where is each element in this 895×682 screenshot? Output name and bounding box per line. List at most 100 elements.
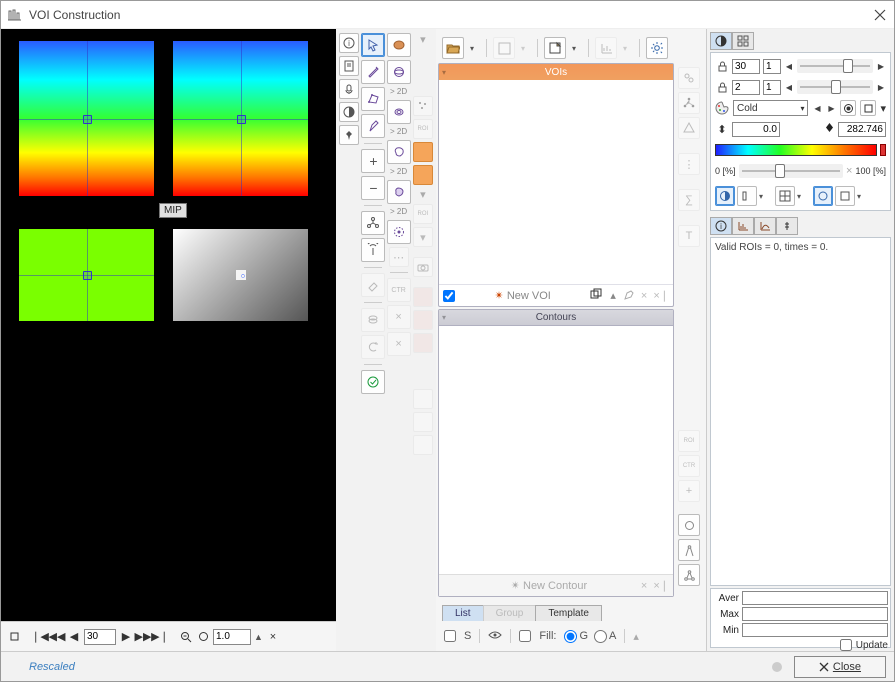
- sphere-tool[interactable]: [387, 33, 411, 57]
- last-frame-button[interactable]: ▶❘: [153, 630, 167, 644]
- pct-slider[interactable]: [739, 164, 844, 178]
- eye-icon[interactable]: [488, 630, 502, 643]
- pct-x-icon[interactable]: ×: [846, 165, 852, 177]
- palette-select[interactable]: Cold▾: [733, 100, 808, 116]
- win1-input[interactable]: [732, 59, 760, 74]
- w1-slider[interactable]: [797, 59, 873, 73]
- cbot-up-icon[interactable]: ▴: [633, 630, 639, 643]
- sphere2-tool[interactable]: [387, 60, 411, 84]
- pal-dd-icon[interactable]: ▾: [880, 102, 886, 115]
- info-icon[interactable]: i: [339, 33, 359, 53]
- grid-tab[interactable]: [732, 32, 754, 50]
- play-back-button[interactable]: ◀: [67, 630, 81, 644]
- blob-tool[interactable]: [387, 180, 411, 204]
- frame-input[interactable]: [84, 629, 116, 645]
- tab-template[interactable]: Template: [535, 605, 602, 621]
- pal-left-button[interactable]: ◀: [812, 104, 822, 113]
- iso-tool[interactable]: [387, 100, 411, 124]
- delete-voi-icon[interactable]: ×: [641, 290, 647, 302]
- confirm-tool[interactable]: [361, 370, 385, 394]
- gear-button[interactable]: [646, 37, 668, 59]
- fill-a-radio[interactable]: [594, 630, 607, 643]
- save-dropdown-icon[interactable]: ▾: [521, 44, 531, 53]
- min-input[interactable]: [742, 623, 888, 637]
- zoom-up-button[interactable]: ▲: [254, 632, 263, 642]
- step-forward-button[interactable]: ▶▶: [136, 630, 150, 644]
- voi-up-icon[interactable]: ▴: [610, 289, 616, 302]
- scale-tab[interactable]: [776, 217, 798, 235]
- histogram-tab[interactable]: [732, 217, 754, 235]
- min-val-input[interactable]: [732, 122, 780, 137]
- vois-list[interactable]: [439, 80, 673, 284]
- layout-dd-icon[interactable]: ▾: [797, 192, 805, 201]
- w2-left-button[interactable]: ◀: [784, 83, 794, 92]
- play-forward-button[interactable]: ▶: [119, 630, 133, 644]
- open-dropdown-icon[interactable]: ▾: [470, 44, 480, 53]
- w2-slider[interactable]: [797, 80, 873, 94]
- max-val-input[interactable]: [838, 122, 886, 137]
- view-top-right[interactable]: [173, 41, 308, 196]
- new-contour-button[interactable]: ✴ New Contour: [463, 579, 635, 592]
- plus-tool[interactable]: +: [361, 149, 385, 173]
- delete-all-contour-icon[interactable]: ×❘: [653, 579, 669, 592]
- chart-dropdown-icon[interactable]: ▾: [623, 44, 633, 53]
- step-back-button[interactable]: ◀◀: [50, 630, 64, 644]
- note-dropdown-icon[interactable]: ▾: [572, 44, 582, 53]
- tab-list[interactable]: List: [442, 605, 484, 621]
- pen-tool[interactable]: [361, 114, 385, 138]
- mic-icon[interactable]: [339, 79, 359, 99]
- aver-input[interactable]: [742, 591, 888, 605]
- curve-tab[interactable]: [754, 217, 776, 235]
- first-frame-button[interactable]: ❘◀: [33, 630, 47, 644]
- close-window-button[interactable]: [872, 7, 888, 23]
- minus-tool[interactable]: −: [361, 176, 385, 200]
- hierarchy-tool[interactable]: [361, 211, 385, 235]
- fill-checkbox[interactable]: [519, 630, 531, 642]
- polygon-tool[interactable]: [361, 87, 385, 111]
- contrast-tab[interactable]: [710, 32, 732, 50]
- view-top-left[interactable]: [19, 41, 154, 196]
- palette-icon[interactable]: [715, 101, 729, 115]
- mode-b-button[interactable]: [737, 186, 757, 206]
- w1-left-button[interactable]: ◀: [784, 62, 794, 71]
- voi-visible-checkbox[interactable]: [443, 290, 455, 302]
- col2-collapse-icon[interactable]: ▾: [420, 188, 426, 201]
- region-tool[interactable]: [387, 140, 411, 164]
- win2-input[interactable]: [732, 80, 760, 95]
- delete-all-voi-icon[interactable]: ×❘: [653, 289, 669, 302]
- circle-shape-icon[interactable]: [678, 514, 700, 536]
- w2-right-button[interactable]: ▶: [876, 83, 886, 92]
- draw-tool[interactable]: [361, 60, 385, 84]
- w1-right-button[interactable]: ▶: [876, 62, 886, 71]
- contours-list[interactable]: [439, 326, 673, 574]
- zoom-out-button[interactable]: [179, 630, 193, 644]
- contrast-icon[interactable]: [339, 102, 359, 122]
- layout-button[interactable]: [775, 186, 795, 206]
- crop-icon[interactable]: [7, 630, 21, 644]
- info-tab[interactable]: i: [710, 217, 732, 235]
- compass-icon[interactable]: [678, 539, 700, 561]
- col-collapse-icon[interactable]: ▾: [420, 33, 426, 46]
- shape-dd-icon[interactable]: ▾: [857, 192, 865, 201]
- win2b-input[interactable]: [763, 80, 781, 95]
- delete-contour-icon[interactable]: ×: [641, 580, 647, 592]
- fill-g-radio[interactable]: [564, 630, 577, 643]
- close-viewer-button[interactable]: ×: [266, 630, 280, 644]
- nodes-icon[interactable]: [678, 564, 700, 586]
- max-input[interactable]: [742, 607, 888, 621]
- dashed-circle-tool[interactable]: [387, 220, 411, 244]
- pin-icon[interactable]: [339, 125, 359, 145]
- note-button[interactable]: [544, 37, 566, 59]
- lock1-icon[interactable]: [715, 59, 729, 73]
- copy-voi-icon[interactable]: [590, 288, 604, 303]
- mode-dd-icon[interactable]: ▾: [759, 192, 767, 201]
- shape-rect-button[interactable]: [835, 186, 855, 206]
- contours-collapse-icon[interactable]: ▾: [439, 313, 449, 322]
- lock2-icon[interactable]: [715, 80, 729, 94]
- view-bottom-right[interactable]: [173, 229, 308, 321]
- pal-opt1-icon[interactable]: [840, 100, 856, 116]
- antenna-tool[interactable]: [361, 238, 385, 262]
- close-button[interactable]: Close: [794, 656, 886, 678]
- orange-mode-2-icon[interactable]: [413, 165, 433, 185]
- pal-right-button[interactable]: ▶: [826, 104, 836, 113]
